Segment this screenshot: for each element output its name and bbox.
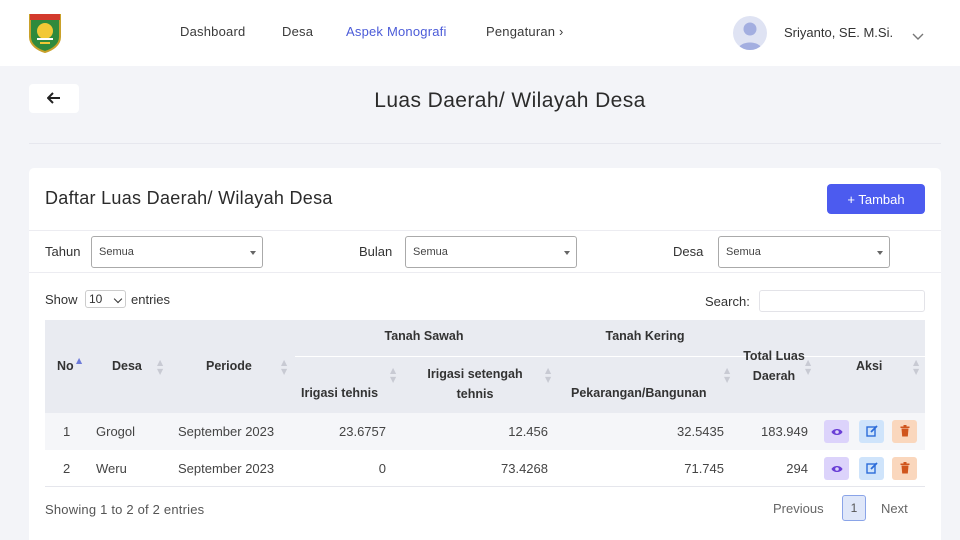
caret-down-icon xyxy=(250,251,256,255)
pagination-page-1[interactable]: 1 xyxy=(842,495,866,521)
cell-no: 1 xyxy=(63,424,71,439)
search-input[interactable] xyxy=(759,290,925,312)
show-label: Show xyxy=(45,292,78,307)
page-size-select[interactable]: 10 xyxy=(85,290,126,308)
header-total-luas[interactable]: Total Luas Daerah xyxy=(733,346,815,386)
data-card: Daftar Luas Daerah/ Wilayah Desa + Tamba… xyxy=(29,168,941,540)
delete-button[interactable] xyxy=(892,457,917,480)
sort-icon[interactable]: ▲ ▼ xyxy=(913,358,919,376)
card-title: Daftar Luas Daerah/ Wilayah Desa xyxy=(45,188,333,208)
table-row: 2 Weru September 2023 0 73.4268 71.745 2… xyxy=(45,450,925,487)
nav-desa[interactable]: Desa xyxy=(282,24,313,39)
edit-button[interactable] xyxy=(859,457,884,480)
divider xyxy=(29,230,941,231)
divider xyxy=(29,143,941,144)
cell-irigasi-tehnis: 23.6757 xyxy=(339,424,386,439)
filter-label-desa: Desa xyxy=(673,244,704,259)
search-label: Search: xyxy=(705,294,750,309)
header-line: Irigasi setengah xyxy=(427,367,523,381)
sort-icon[interactable]: ▲ ▼ xyxy=(805,358,811,376)
sort-icon[interactable]: ▲ ▼ xyxy=(157,358,163,376)
cell-total: 294 xyxy=(786,461,808,476)
table-row: 1 Grogol September 2023 23.6757 12.456 3… xyxy=(45,413,925,450)
filter-select-tahun[interactable]: Semua xyxy=(91,236,263,268)
cell-desa: Grogol xyxy=(96,424,136,439)
header-irigasi-setengah[interactable]: Irigasi setengah tehnis xyxy=(415,364,535,404)
cell-irigasi-setengah: 12.456 xyxy=(508,424,548,439)
header-line: Daerah xyxy=(752,369,796,383)
filter-value: Semua xyxy=(726,246,761,258)
edit-icon xyxy=(865,422,878,441)
divider xyxy=(29,272,941,273)
header-line: tehnis xyxy=(456,387,494,401)
filter-value: Semua xyxy=(99,246,134,258)
filter-select-bulan[interactable]: Semua xyxy=(405,236,577,268)
header-line: Total Luas xyxy=(743,349,805,363)
nav-dashboard[interactable]: Dashboard xyxy=(180,24,245,39)
trash-icon xyxy=(900,459,910,478)
table-header: No ▲ Desa ▲ ▼ Periode ▲ ▼ Tanah Sawah Tana… xyxy=(45,320,925,413)
nav-pengaturan[interactable]: Pengaturan › xyxy=(486,24,564,39)
sort-icon[interactable]: ▲ ▼ xyxy=(724,366,730,384)
page-size-value: 10 xyxy=(89,292,103,306)
edit-button[interactable] xyxy=(859,420,884,443)
filter-label-bulan: Bulan xyxy=(359,244,393,259)
top-navbar: Dashboard Desa Aspek Monografi Pengatura… xyxy=(0,0,960,66)
table-info: Showing 1 to 2 of 2 entries xyxy=(45,502,205,517)
header-periode[interactable]: Periode xyxy=(206,356,252,376)
header-tanah-kering: Tanah Kering xyxy=(605,329,685,343)
filter-value: Semua xyxy=(413,246,448,258)
header-divider xyxy=(295,356,925,357)
view-button[interactable] xyxy=(824,457,849,480)
cell-pekarangan: 71.745 xyxy=(684,461,724,476)
cell-periode: September 2023 xyxy=(178,461,275,476)
eye-icon xyxy=(831,459,843,478)
delete-button[interactable] xyxy=(892,420,917,443)
eye-icon xyxy=(831,422,843,441)
cell-irigasi-setengah: 73.4268 xyxy=(501,461,548,476)
cell-total: 183.949 xyxy=(761,424,808,439)
view-button[interactable] xyxy=(824,420,849,443)
nav-aspek-monografi[interactable]: Aspek Monografi xyxy=(346,24,447,39)
cell-no: 2 xyxy=(63,461,71,476)
header-pekarangan[interactable]: Pekarangan/Bangunan xyxy=(571,383,706,403)
header-tanah-sawah: Tanah Sawah xyxy=(384,329,464,343)
sort-asc-icon[interactable]: ▲ xyxy=(76,356,82,365)
cell-pekarangan: 32.5435 xyxy=(677,424,724,439)
entries-label: entries xyxy=(131,292,171,307)
cell-periode: September 2023 xyxy=(178,424,275,439)
header-desa[interactable]: Desa xyxy=(112,356,142,376)
page-title: Luas Daerah/ Wilayah Desa xyxy=(374,89,646,112)
header-aksi[interactable]: Aksi xyxy=(856,356,882,376)
trash-icon xyxy=(900,422,910,441)
sort-icon[interactable]: ▲ ▼ xyxy=(545,366,551,384)
add-button[interactable]: + Tambah xyxy=(827,184,925,214)
header-no[interactable]: No xyxy=(57,356,74,376)
caret-down-icon xyxy=(877,251,883,255)
header-irigasi-tehnis[interactable]: Irigasi tehnis xyxy=(301,383,378,403)
sort-icon[interactable]: ▲ ▼ xyxy=(281,358,287,376)
sort-icon[interactable]: ▲ ▼ xyxy=(390,366,396,384)
cell-desa: Weru xyxy=(96,461,127,476)
edit-icon xyxy=(865,459,878,478)
chevron-down-icon[interactable] xyxy=(912,26,924,45)
cell-irigasi-tehnis: 0 xyxy=(378,461,386,476)
user-avatar[interactable] xyxy=(733,16,767,50)
pagination-previous[interactable]: Previous xyxy=(773,501,824,516)
filter-label-tahun: Tahun xyxy=(45,244,81,259)
chevron-down-icon xyxy=(113,294,123,304)
filter-select-desa[interactable]: Semua xyxy=(718,236,890,268)
user-name[interactable]: Sriyanto, SE. M.Si. xyxy=(784,25,893,40)
regency-logo[interactable] xyxy=(28,11,62,54)
caret-down-icon xyxy=(564,251,570,255)
pagination-next[interactable]: Next xyxy=(881,501,908,516)
